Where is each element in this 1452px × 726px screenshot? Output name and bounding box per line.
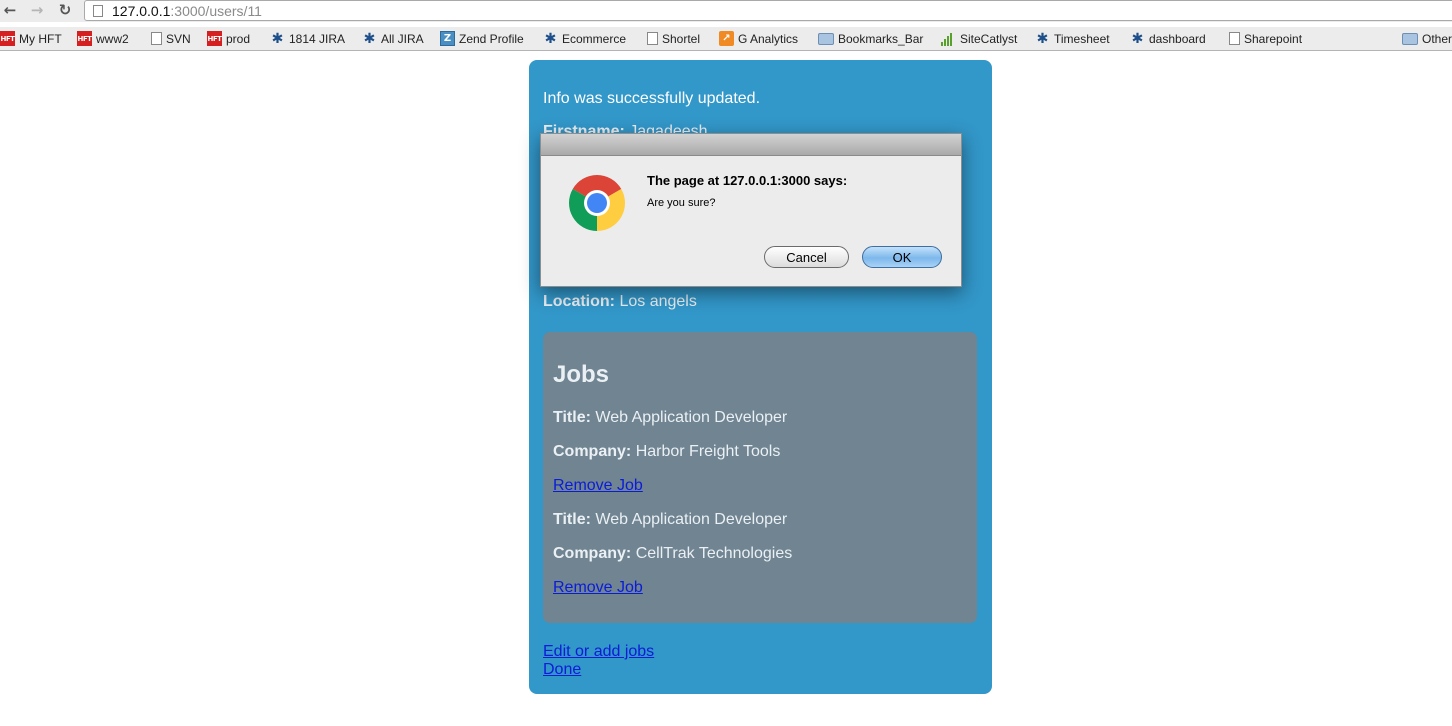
bookmark-label: dashboard xyxy=(1149,31,1206,46)
job-title-value: Web Application Developer xyxy=(595,409,788,426)
bookmark-all-jira[interactable]: ✱ All JIRA xyxy=(362,30,424,47)
hft-icon: HFT xyxy=(77,31,92,46)
job-title-label: Title: xyxy=(553,409,591,426)
bookmark-my-hft[interactable]: HFT My HFT xyxy=(0,30,62,47)
jira-icon: ✱ xyxy=(1131,30,1144,47)
bookmark-label: All JIRA xyxy=(381,31,424,46)
bookmark-g-analytics[interactable]: ↗ G Analytics xyxy=(719,30,798,47)
location-value: Los angels xyxy=(619,293,697,310)
location-label: Location: xyxy=(543,293,615,310)
bookmark-dashboard[interactable]: ✱ dashboard xyxy=(1130,30,1206,47)
jira-icon: ✱ xyxy=(271,30,284,47)
forward-arrow-icon[interactable]: → xyxy=(28,1,46,19)
job-title-row: Title: Web Application Developer xyxy=(553,511,787,529)
bookmark-label: My HFT xyxy=(19,31,62,46)
location-field: Location: Los angels xyxy=(543,293,697,311)
jira-icon: ✱ xyxy=(1036,30,1049,47)
bookmark-ecommerce[interactable]: ✱ Ecommerce xyxy=(543,30,626,47)
folder-icon xyxy=(1402,32,1418,45)
bookmark-other-folder[interactable]: Other xyxy=(1402,30,1452,47)
jira-icon: ✱ xyxy=(544,30,557,47)
browser-toolbar: ← → ↻ 127.0.0.1:3000/users/11 xyxy=(0,0,1452,22)
job-title-value: Web Application Developer xyxy=(595,511,788,528)
bars-icon xyxy=(941,31,956,46)
url-host: 127.0.0.1 xyxy=(112,3,171,19)
bookmark-prod[interactable]: HFT prod xyxy=(207,30,250,47)
remove-job-link[interactable]: Remove Job xyxy=(553,579,643,597)
dialog-title: The page at 127.0.0.1:3000 says: xyxy=(647,173,848,188)
hft-icon: HFT xyxy=(207,31,222,46)
bookmark-label: prod xyxy=(226,31,251,46)
edit-jobs-link[interactable]: Edit or add jobs xyxy=(543,643,654,661)
job-company-row: Company: Harbor Freight Tools xyxy=(553,443,780,461)
hft-icon: HFT xyxy=(0,31,15,46)
page-icon xyxy=(1229,32,1240,45)
page-icon xyxy=(151,32,162,45)
page-icon xyxy=(647,32,658,45)
bookmark-svn[interactable]: SVN xyxy=(151,30,191,47)
address-bar[interactable]: 127.0.0.1:3000/users/11 xyxy=(84,0,1452,21)
done-link[interactable]: Done xyxy=(543,661,581,679)
bookmark-label: Other xyxy=(1422,31,1452,46)
jobs-panel: Jobs Title: Web Application Developer Co… xyxy=(543,332,977,623)
bookmark-label: Bookmarks_Bar xyxy=(838,31,924,46)
url-text: 127.0.0.1:3000/users/11 xyxy=(112,3,262,19)
bookmark-label: 1814 JIRA xyxy=(289,31,346,46)
job-title-row: Title: Web Application Developer xyxy=(553,409,787,427)
ok-button[interactable]: OK xyxy=(862,246,942,268)
url-path: :3000/users/11 xyxy=(170,3,262,19)
confirm-dialog: The page at 127.0.0.1:3000 says: Are you… xyxy=(540,133,962,287)
bookmark-label: Zend Profile xyxy=(459,31,524,46)
cancel-button[interactable]: Cancel xyxy=(764,246,849,268)
bookmark-label: Ecommerce xyxy=(562,31,627,46)
remove-job-link[interactable]: Remove Job xyxy=(553,477,643,495)
bookmark-label: Sharepoint xyxy=(1244,31,1303,46)
jira-icon: ✱ xyxy=(363,30,376,47)
job-title-label: Title: xyxy=(553,511,591,528)
back-arrow-icon[interactable]: ← xyxy=(1,1,19,19)
bookmark-label: Timesheet xyxy=(1054,31,1110,46)
job-company-value: Harbor Freight Tools xyxy=(635,443,781,460)
dialog-titlebar xyxy=(541,134,961,156)
bookmarks-bar: HFT My HFT HFT www2 SVN HFT prod ✱ 1814 JIRA… xyxy=(0,27,1452,51)
bookmark-label: SVN xyxy=(166,31,191,46)
job-company-row: Company: CellTrak Technologies xyxy=(553,545,792,563)
bookmark-zend-profile[interactable]: Z Zend Profile xyxy=(440,30,524,47)
reload-icon[interactable]: ↻ xyxy=(56,1,74,19)
bookmark-sitecatlyst[interactable]: SiteCatlyst xyxy=(941,30,1017,47)
job-company-label: Company: xyxy=(553,545,632,562)
bookmark-label: www2 xyxy=(96,31,129,46)
success-notice: Info was successfully updated. xyxy=(543,90,761,107)
bookmark-shortel[interactable]: Shortel xyxy=(647,30,700,47)
bookmark-bookmarks-bar-folder[interactable]: Bookmarks_Bar xyxy=(818,30,923,47)
bookmark-label: G Analytics xyxy=(738,31,799,46)
folder-icon xyxy=(818,32,834,45)
job-company-label: Company: xyxy=(553,443,632,460)
bookmark-www2[interactable]: HFT www2 xyxy=(77,30,129,47)
bookmark-label: Shortel xyxy=(662,31,701,46)
bookmark-sharepoint[interactable]: Sharepoint xyxy=(1229,30,1302,47)
bookmark-timesheet[interactable]: ✱ Timesheet xyxy=(1035,30,1110,47)
jobs-heading: Jobs xyxy=(553,361,610,388)
bookmark-1814-jira[interactable]: ✱ 1814 JIRA xyxy=(270,30,345,47)
zend-icon: Z xyxy=(440,31,455,46)
dialog-message: Are you sure? xyxy=(647,197,716,209)
page-icon xyxy=(93,5,103,17)
chrome-logo-icon xyxy=(568,174,626,231)
analytics-icon: ↗ xyxy=(719,31,734,46)
bookmark-label: SiteCatlyst xyxy=(960,31,1018,46)
job-company-value: CellTrak Technologies xyxy=(635,545,793,562)
